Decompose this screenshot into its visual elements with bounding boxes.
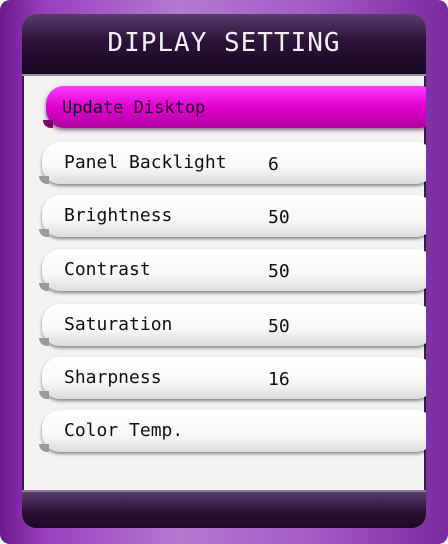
menu-item-label: Sharpness: [64, 367, 162, 388]
menu-item-label: Panel Backlight: [64, 152, 227, 173]
outer-frame: DIPLAY SETTING Update Disktop Panel Back…: [0, 0, 448, 544]
title-bar: DIPLAY SETTING: [22, 14, 426, 76]
menu-item-contrast[interactable]: Contrast 50: [39, 249, 426, 291]
menu-item-label: Color Temp.: [64, 420, 184, 441]
menu-item-value: 6: [268, 154, 279, 175]
menu-item-label: Saturation: [64, 314, 173, 335]
menu-item-value: 50: [268, 261, 290, 282]
menu-item-panel-backlight[interactable]: Panel Backlight 6: [39, 142, 426, 184]
menu-item-saturation[interactable]: Saturation 50: [39, 304, 426, 346]
menu-item-brightness[interactable]: Brightness 50: [39, 195, 426, 237]
footer-bar: [22, 490, 426, 528]
display-setting-window: DIPLAY SETTING Update Disktop Panel Back…: [22, 14, 426, 528]
menu-item-value: 50: [268, 207, 290, 228]
menu-item-value: 50: [268, 316, 290, 337]
menu-item-label: Update Disktop: [62, 98, 206, 118]
menu-item-sharpness[interactable]: Sharpness 16: [39, 357, 426, 399]
menu-item-label: Contrast: [64, 259, 151, 280]
menu-item-value: 16: [268, 369, 290, 390]
menu-item-update-desktop[interactable]: Update Disktop: [43, 86, 426, 128]
window-title: DIPLAY SETTING: [107, 28, 341, 58]
menu-item-label: Brightness: [64, 205, 173, 226]
menu-item-color-temp[interactable]: Color Temp.: [39, 410, 426, 452]
